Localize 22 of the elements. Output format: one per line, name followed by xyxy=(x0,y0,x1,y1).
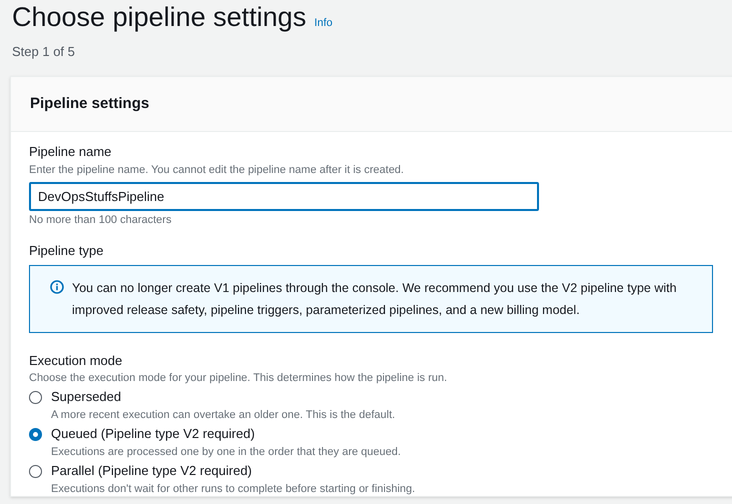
radio-description: A more recent execution can overtake an older one. This is the default. xyxy=(51,408,396,422)
field-label: Pipeline name xyxy=(29,144,112,160)
card-title: Pipeline settings xyxy=(30,94,150,114)
radio-button[interactable] xyxy=(29,428,42,441)
page-title: Choose pipeline settings xyxy=(12,2,306,32)
radio-button[interactable] xyxy=(29,391,42,404)
alert-message: You can no longer create V1 pipelines through the console. We recommend you use the V2 pipeline type with improved release safety, pipeline triggers, parameterized pipelines, and a new billing model. xyxy=(72,280,678,319)
field-description: Enter the pipeline name. You cannot edit the pipeline name after it is created. xyxy=(29,163,405,177)
pipeline-name-input[interactable]: DevOpsStuffsPipeline xyxy=(29,182,539,211)
radio-description: Executions don't wait for other runs to complete before starting or finishing. xyxy=(51,482,416,496)
radio-label: Queued (Pipeline type V2 required) xyxy=(51,426,256,442)
radio-label: Parallel (Pipeline type V2 required) xyxy=(51,463,253,479)
info-link[interactable]: Info xyxy=(314,15,333,32)
field-description: Choose the execution mode for your pipeline. This determines how the pipeline is run. xyxy=(29,371,448,385)
info-icon xyxy=(50,280,64,294)
radio-description: Executions are processed one by one in the order that they are queued. xyxy=(51,445,401,459)
radio-label: Superseded xyxy=(51,389,122,405)
step-indicator: Step 1 of 5 xyxy=(12,43,75,61)
field-constraint: No more than 100 characters xyxy=(29,213,172,227)
field-label: Pipeline type xyxy=(29,243,104,259)
radio-button[interactable] xyxy=(29,465,42,478)
field-label: Execution mode xyxy=(29,353,124,369)
